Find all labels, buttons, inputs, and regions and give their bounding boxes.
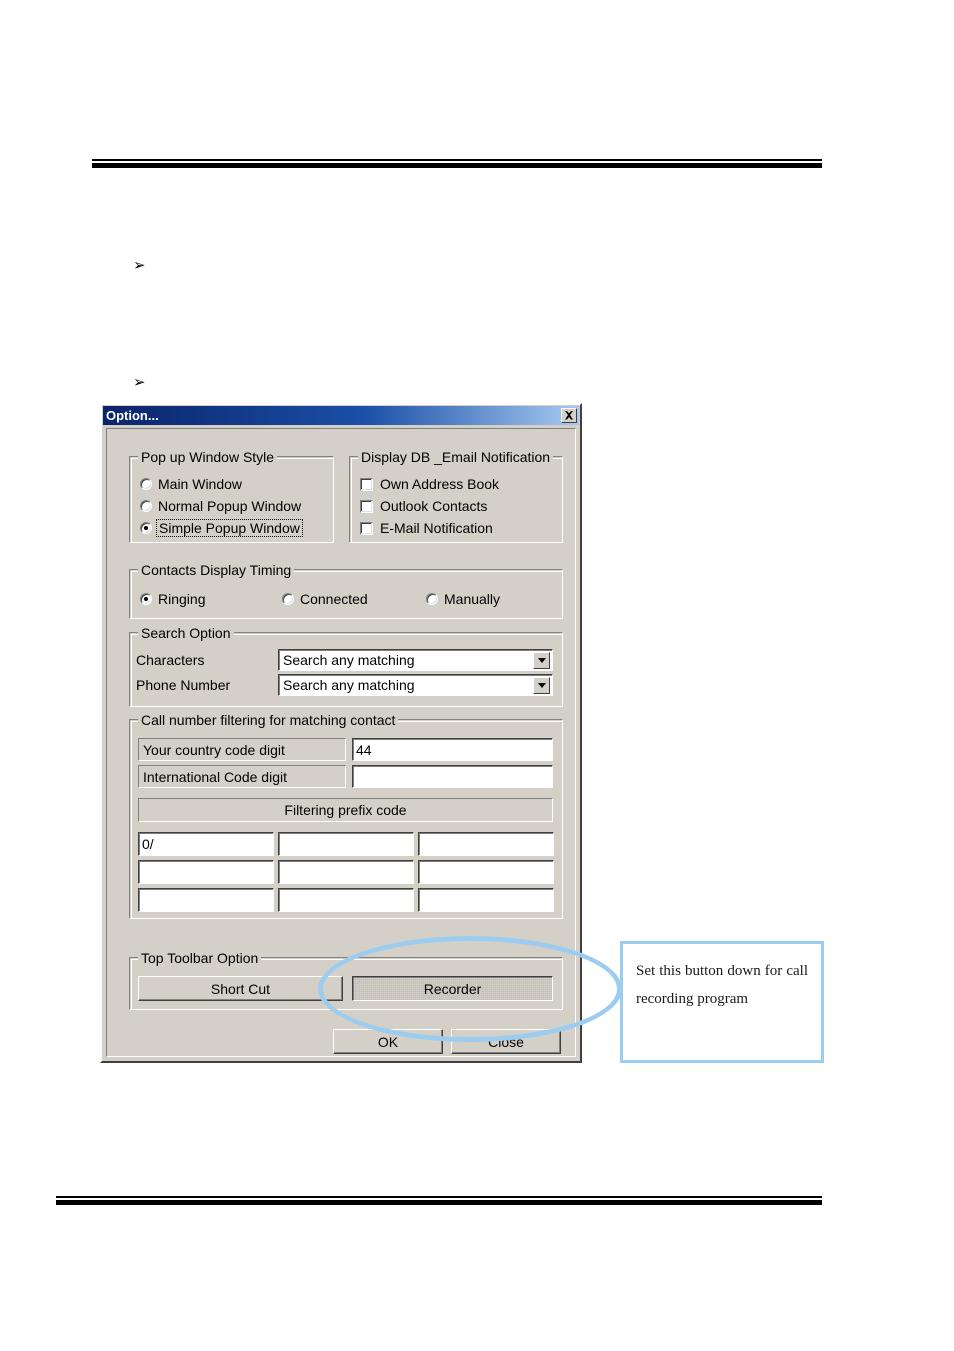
prefix-cell[interactable] [138,888,274,912]
checkbox-own-address-book[interactable]: Own Address Book [360,476,499,492]
bullet-arrow-icon: ➢ [133,256,146,274]
checkbox-email-notification[interactable]: E-Mail Notification [360,520,493,536]
group-call-number-filtering: Call number filtering for matching conta… [129,712,563,919]
group-legend: Display DB _Email Notification [358,449,554,465]
radio-connected[interactable]: Connected [282,591,368,607]
combo-value: Search any matching [283,677,415,693]
page-top-rule [92,159,822,168]
prefix-cell[interactable] [278,888,414,912]
group-legend: Contacts Display Timing [138,562,295,578]
annotation-callout-box: Set this button down for call recording … [620,941,824,1063]
chevron-down-icon[interactable] [533,676,550,694]
checkbox-outlook-contacts[interactable]: Outlook Contacts [360,498,487,514]
radio-indicator [140,500,152,512]
combo-value: Search any matching [283,652,415,668]
dialog-client-area: Pop up Window Style Main Window Normal P… [106,428,576,1057]
group-display-db-email-notification: Display DB _Email Notification Own Addre… [349,449,563,543]
bullet-arrow-icon: ➢ [133,373,146,391]
group-contacts-display-timing: Contacts Display Timing Ringing Connecte… [129,562,563,619]
checkbox-indicator [360,521,373,535]
checkbox-indicator [360,477,373,491]
country-code-digit-input[interactable]: 44 [352,738,553,761]
prefix-cell[interactable] [418,832,554,856]
checkbox-label: Outlook Contacts [380,498,488,514]
group-legend: Top Toolbar Option [138,950,262,966]
dialog-titlebar: Option... [103,406,579,425]
radio-indicator [140,478,152,490]
dialog-title: Option... [106,408,159,423]
annotation-callout-text: Set this button down for call recording … [636,963,808,1007]
checkbox-label: E-Mail Notification [380,520,493,536]
radio-label: Manually [444,591,501,607]
prefix-cell[interactable] [278,832,414,856]
label-international-code-digit: International Code digit [138,765,346,788]
label-country-code-digit: Your country code digit [138,738,346,761]
radio-label: Normal Popup Window [158,498,302,514]
group-legend: Search Option [138,625,234,641]
group-popup-window-style: Pop up Window Style Main Window Normal P… [129,449,334,543]
combo-phone-number-search-mode[interactable]: Search any matching [278,674,553,696]
radio-indicator [140,522,152,534]
radio-label: Connected [300,591,368,607]
radio-indicator [282,593,294,605]
prefix-cell[interactable] [418,888,554,912]
radio-label: Ringing [158,591,206,607]
radio-manually[interactable]: Manually [426,591,500,607]
prefix-cell[interactable]: 0/ [138,832,274,856]
radio-ringing[interactable]: Ringing [140,591,205,607]
radio-label: Main Window [158,476,243,492]
label-phone-number: Phone Number [136,677,231,693]
filtering-prefix-code-header: Filtering prefix code [138,798,553,822]
close-icon[interactable] [561,408,577,423]
checkbox-label: Own Address Book [380,476,500,492]
label-characters: Characters [136,652,205,668]
prefix-cell[interactable] [278,860,414,884]
radio-indicator [140,593,152,605]
radio-simple-popup-window[interactable]: Simple Popup Window [140,519,303,537]
group-legend: Call number filtering for matching conta… [138,712,399,728]
radio-label: Simple Popup Window [156,519,303,537]
short-cut-button[interactable]: Short Cut [138,976,343,1001]
international-code-digit-input[interactable] [352,765,553,788]
group-top-toolbar-option: Top Toolbar Option Short Cut Recorder [129,950,563,1010]
group-legend: Pop up Window Style [138,449,278,465]
combo-characters-search-mode[interactable]: Search any matching [278,649,553,671]
chevron-down-icon[interactable] [533,651,550,669]
prefix-cell[interactable] [418,860,554,884]
checkbox-indicator [360,499,373,513]
option-dialog: Option... Pop up Window Style Main Windo… [100,403,582,1063]
prefix-cell[interactable] [138,860,274,884]
page-bottom-rule [56,1196,822,1205]
radio-main-window[interactable]: Main Window [140,476,242,492]
radio-indicator [426,593,438,605]
radio-normal-popup-window[interactable]: Normal Popup Window [140,498,301,514]
group-search-option: Search Option Characters Search any matc… [129,625,563,707]
close-glyph [565,411,573,420]
recorder-button[interactable]: Recorder [352,976,553,1001]
ok-button[interactable]: OK [333,1029,443,1054]
close-button[interactable]: Close [451,1029,561,1054]
